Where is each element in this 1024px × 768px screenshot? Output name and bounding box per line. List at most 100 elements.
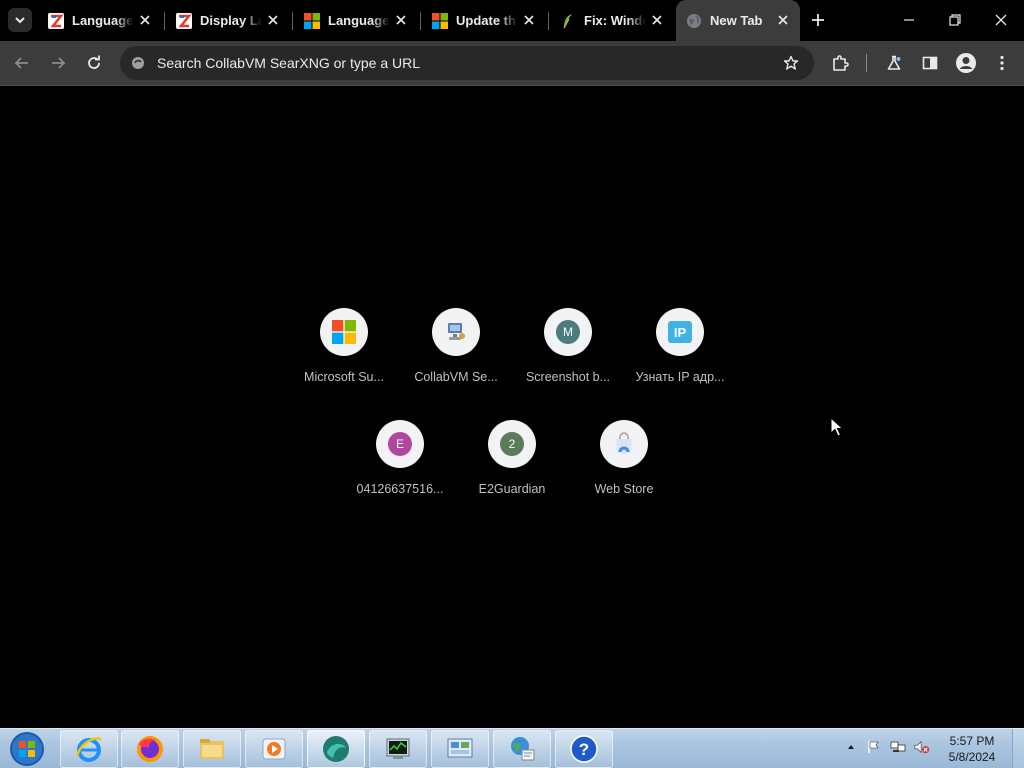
extensions-button[interactable] [827,50,853,76]
tab-separator [548,12,549,30]
show-desktop-button[interactable] [1012,729,1024,768]
new-tab-page: Microsoft Su... CollabVM Se... M Screens… [0,87,1024,728]
plus-icon [812,14,824,26]
side-panel-button[interactable] [917,50,943,76]
flag-icon [868,741,879,753]
tray-action-center[interactable] [866,739,882,755]
clock-date: 5/8/2024 [948,750,996,764]
tab-separator [420,12,421,30]
taskbar-firefox[interactable] [121,730,179,768]
web-store-icon [600,420,648,468]
shortcut-tile[interactable]: Web Store [568,420,680,532]
avatar-icon [956,53,976,73]
forward-button[interactable] [45,50,71,76]
taskbar-network[interactable] [493,730,551,768]
tab-update[interactable]: Update th [422,0,546,41]
restore-button[interactable] [932,0,978,40]
close-icon[interactable] [522,13,536,27]
shortcut-tile[interactable]: CollabVM Se... [400,308,512,420]
start-button[interactable] [6,730,48,768]
tab-title: Update th [456,13,516,28]
taskbar-internet-explorer[interactable] [60,730,118,768]
zscaler-icon [176,12,192,29]
file-explorer-icon [200,739,224,759]
chevron-down-icon [15,17,25,24]
menu-button[interactable] [989,50,1015,76]
taskbar-help[interactable]: ? [555,730,613,768]
tab-display-language[interactable]: Display La [166,0,290,41]
tab-title: Language [328,13,390,28]
shortcut-label: E2Guardian [478,482,546,496]
close-icon[interactable] [776,13,790,27]
shortcut-label: Web Store [594,482,654,496]
shortcut-label: Microsoft Su... [304,370,384,384]
microsoft-icon [432,12,448,29]
close-icon[interactable] [266,13,280,27]
windows-orb-icon [10,732,44,766]
internet-explorer-icon [75,737,102,762]
address-bar[interactable]: Search CollabVM SearXNG or type a URL [120,46,814,80]
volume-muted-icon [914,740,930,754]
shortcut-tile[interactable]: Microsoft Su... [288,308,400,420]
back-arrow-icon [14,57,28,69]
taskbar-control-panel[interactable] [431,730,489,768]
taskbar-file-explorer[interactable] [183,730,241,768]
shortcut-tile[interactable]: 2 E2Guardian [456,420,568,532]
taskbar-media-player[interactable] [245,730,303,768]
tray-volume[interactable] [914,739,930,755]
tile-letter: 2 [500,432,524,456]
tab-separator [292,12,293,30]
letter-m-icon: M [544,308,592,356]
tab-new-tab[interactable]: New Tab [676,0,800,41]
control-panel-icon [447,738,473,758]
collabvm-icon [432,308,480,356]
close-icon [995,14,1007,26]
taskbar-task-manager[interactable] [369,730,427,768]
task-manager-icon [386,738,410,759]
tile-letter: E [388,432,412,456]
reload-button[interactable] [81,50,107,76]
profile-button[interactable] [953,50,979,76]
taskbar-browser[interactable] [307,730,365,768]
bookmark-star-icon[interactable] [782,54,800,72]
shortcut-label: 04126637516... [356,482,444,496]
letter-e-icon: E [376,420,424,468]
tab-search-button[interactable] [8,8,32,32]
help-icon: ? [570,735,598,763]
flask-icon [887,55,901,70]
tray-network[interactable] [890,739,906,755]
reload-icon [88,55,100,69]
back-button[interactable] [9,50,35,76]
labs-button[interactable] [881,50,907,76]
shortcut-label: Screenshot b... [525,370,611,384]
search-engine-icon [130,55,146,71]
tab-language-1[interactable]: Language [38,0,162,41]
shortcut-tile[interactable]: M Screenshot b... [512,308,624,420]
minimize-button[interactable] [886,0,932,40]
shortcut-label: CollabVM Se... [414,370,498,384]
taskbar-clock[interactable]: 5:57 PM 5/8/2024 [940,733,1004,765]
close-icon[interactable] [650,13,664,27]
close-window-button[interactable] [978,0,1024,40]
ip-icon: IP [656,308,704,356]
tray-overflow-button[interactable] [843,739,859,755]
shortcut-tile[interactable]: IP Узнать IP адр... [624,308,736,420]
network-status-icon [890,741,906,752]
new-tab-button[interactable] [808,10,828,30]
tab-language-2[interactable]: Language [294,0,418,41]
restore-icon [949,14,961,26]
svg-text:?: ? [579,740,589,759]
tile-letter: M [556,320,580,344]
tab-title: Display La [200,13,262,28]
close-icon[interactable] [138,13,152,27]
shortcut-tile[interactable]: E 04126637516... [344,420,456,532]
globe-icon [686,13,702,29]
tab-fix-windows[interactable]: Fix: Windo [550,0,674,41]
puzzle-icon [833,55,849,71]
side-panel-icon [922,56,938,70]
tab-separator [164,12,165,30]
clock-time: 5:57 PM [949,734,995,748]
toolbar-divider [866,54,867,72]
tab-title: Language [72,13,134,28]
close-icon[interactable] [394,13,408,27]
